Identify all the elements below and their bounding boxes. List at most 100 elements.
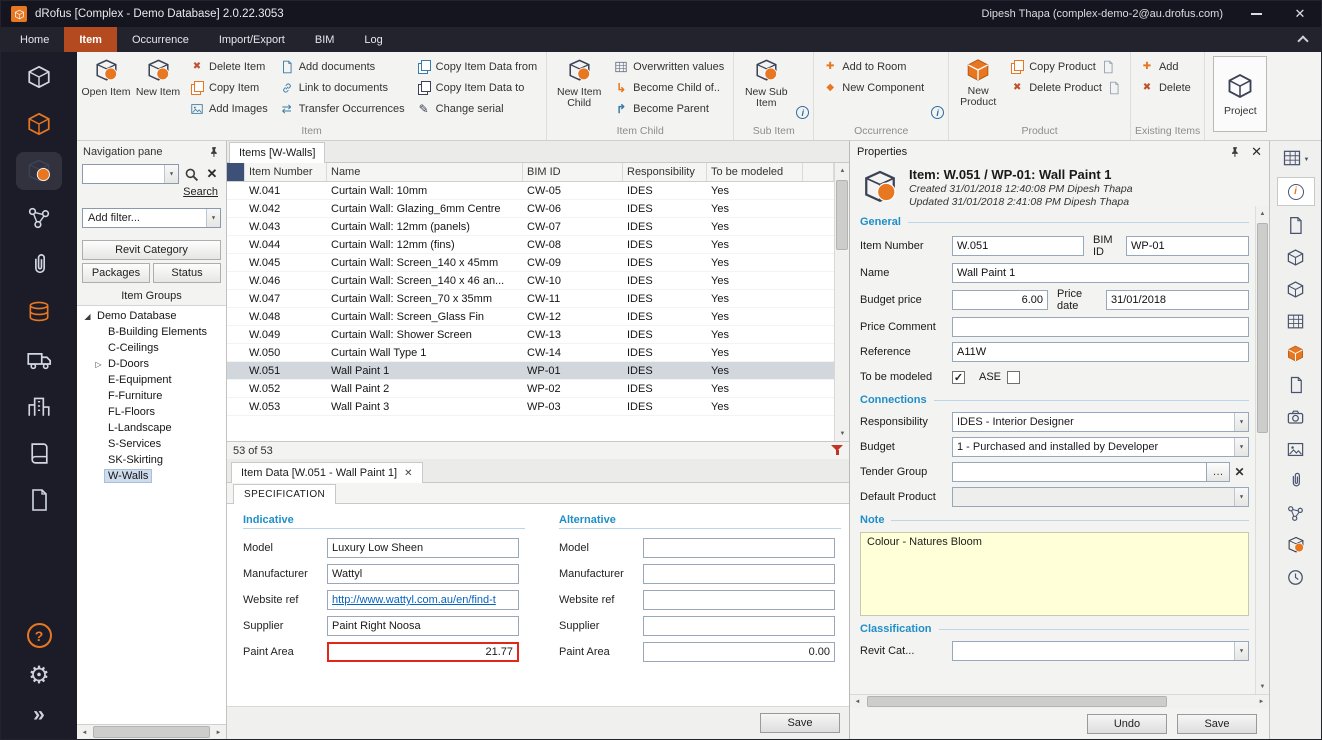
tree-item[interactable]: B-Building Elements [77,324,226,340]
logistics-icon[interactable] [16,340,62,378]
table-row[interactable]: W.043 Curtain Wall: 12mm (panels) CW-07 … [227,218,834,236]
row-selector-cell[interactable] [227,308,245,325]
reports-icon[interactable] [16,481,62,519]
column-header-bim-id[interactable]: BIM ID [523,163,623,181]
table-row[interactable]: W.047 Curtain Wall: Screen_70 x 35mm CW-… [227,290,834,308]
new-sub-item-button[interactable]: New Sub Item [738,53,794,125]
open-item-button[interactable]: Open Item [81,53,131,125]
catalog-icon[interactable] [16,434,62,472]
pin-icon[interactable] [1229,146,1241,158]
tree-item[interactable]: FL-Floors [77,404,226,420]
become-parent-button[interactable]: Become Parent [609,98,729,119]
row-selector-cell[interactable] [227,380,245,397]
expand-sidebar-icon[interactable] [33,703,45,727]
clear-search-icon[interactable] [203,165,221,183]
scroll-up-icon[interactable] [1256,206,1269,221]
tree-item[interactable]: C-Ceilings [77,340,226,356]
table-row[interactable]: W.042 Curtain Wall: Glazing_6mm Centre C… [227,200,834,218]
table-row[interactable]: W.052 Wall Paint 2 WP-02 IDES Yes [227,380,834,398]
network-panel-icon[interactable] [1281,501,1311,525]
tab-import-export[interactable]: Import/Export [204,27,300,52]
properties-horizontal-scrollbar[interactable] [850,694,1269,708]
tab-home[interactable]: Home [5,27,64,52]
panel-menu-icon[interactable] [1281,146,1311,170]
scrollbar-thumb[interactable] [93,726,210,738]
occurrences-icon[interactable] [16,105,62,143]
reference-field[interactable] [952,342,1249,362]
new-component-button[interactable]: New Component [818,77,929,98]
search-icon[interactable] [182,165,200,183]
settings-gear-icon[interactable] [28,661,50,690]
scroll-left-icon[interactable] [850,695,865,708]
row-selector-cell[interactable] [227,290,245,307]
tree-item[interactable]: SK-Skirting [77,452,226,468]
column-header-name[interactable]: Name [327,163,523,181]
help-icon[interactable]: ? [27,623,52,648]
add-filter-dropdown[interactable]: Add filter... [82,208,221,228]
scroll-down-icon[interactable] [1256,679,1269,694]
attachment-panel-icon[interactable] [1281,469,1311,493]
note-field[interactable]: Colour - Natures Bloom [860,532,1249,616]
website-link[interactable]: http://www.wattyl.com.au/en/find-t [332,594,496,606]
scrollbar-thumb[interactable] [867,696,1167,707]
search-input[interactable] [82,164,179,184]
properties-vertical-scrollbar[interactable] [1255,206,1269,694]
tree-item[interactable]: D-Doors [77,356,226,372]
to-be-modeled-checkbox[interactable] [952,371,965,384]
tree-item[interactable]: L-Landscape [77,420,226,436]
row-selector-cell[interactable] [227,218,245,235]
item-panel-icon[interactable] [1281,533,1311,557]
add-to-room-button[interactable]: Add to Room [818,56,929,77]
budget-dropdown[interactable]: 1 - Purchased and installed by Developer [952,437,1249,457]
transfer-occurrences-button[interactable]: Transfer Occurrences [275,98,410,119]
alternative-website-field[interactable] [643,590,835,610]
scrollbar-thumb[interactable] [1257,223,1268,433]
delete-product-button[interactable]: Delete Product [1005,77,1126,98]
attachments-icon[interactable] [16,246,62,284]
new-item-child-button[interactable]: New Item Child [551,53,607,125]
default-product-dropdown[interactable] [952,487,1249,507]
systems-icon[interactable] [16,199,62,237]
revit-category-dropdown[interactable] [952,641,1249,661]
occurrence-info-icon[interactable]: i [931,106,944,119]
table-row[interactable]: W.049 Curtain Wall: Shower Screen CW-13 … [227,326,834,344]
collapse-ribbon-button[interactable] [1285,27,1321,52]
tree-expanded-icon[interactable] [81,312,94,321]
column-header-responsibility[interactable]: Responsibility [623,163,707,181]
scroll-right-icon[interactable] [211,725,226,739]
indicative-manufacturer-field[interactable]: Wattyl [327,564,519,584]
scroll-left-icon[interactable] [77,725,92,739]
pin-icon[interactable] [208,146,220,158]
copy-item-button[interactable]: Copy Item [185,77,273,98]
tree-item[interactable]: E-Equipment [77,372,226,388]
scrollbar-thumb[interactable] [836,180,848,250]
indicative-model-field[interactable]: Luxury Low Sheen [327,538,519,558]
rooms-icon[interactable] [16,58,62,96]
budget-price-field[interactable] [952,290,1048,310]
item-data-panel-icon[interactable] [1281,213,1311,237]
packages-button[interactable]: Packages [82,263,150,283]
document-panel-icon[interactable] [1281,373,1311,397]
ase-checkbox[interactable] [1007,371,1020,384]
row-selector-cell[interactable] [227,254,245,271]
finance-icon[interactable] [16,293,62,331]
scroll-down-icon[interactable] [835,426,849,441]
camera-icon[interactable] [1281,405,1311,429]
alternative-supplier-field[interactable] [643,616,835,636]
bim-id-field[interactable] [1126,236,1249,256]
close-tab-icon[interactable] [404,467,412,479]
scroll-up-icon[interactable] [835,163,849,178]
status-button[interactable]: Status [153,263,221,283]
table-row[interactable]: W.045 Curtain Wall: Screen_140 x 45mm CW… [227,254,834,272]
image-panel-icon[interactable] [1281,437,1311,461]
column-header-to-be-modeled[interactable]: To be modeled [707,163,803,181]
table-row[interactable]: W.046 Curtain Wall: Screen_140 x 46 an..… [227,272,834,290]
row-selector-cell[interactable] [227,398,245,415]
undo-button[interactable]: Undo [1087,714,1167,734]
save-button[interactable]: Save [760,713,840,733]
item-data-tab[interactable]: Item Data [W.051 - Wall Paint 1] [231,462,423,483]
scroll-right-icon[interactable] [1254,695,1269,708]
table-row[interactable]: W.050 Curtain Wall Type 1 CW-14 IDES Yes [227,344,834,362]
table-row[interactable]: W.044 Curtain Wall: 12mm (fins) CW-08 ID… [227,236,834,254]
search-dropdown-icon[interactable] [164,165,178,183]
